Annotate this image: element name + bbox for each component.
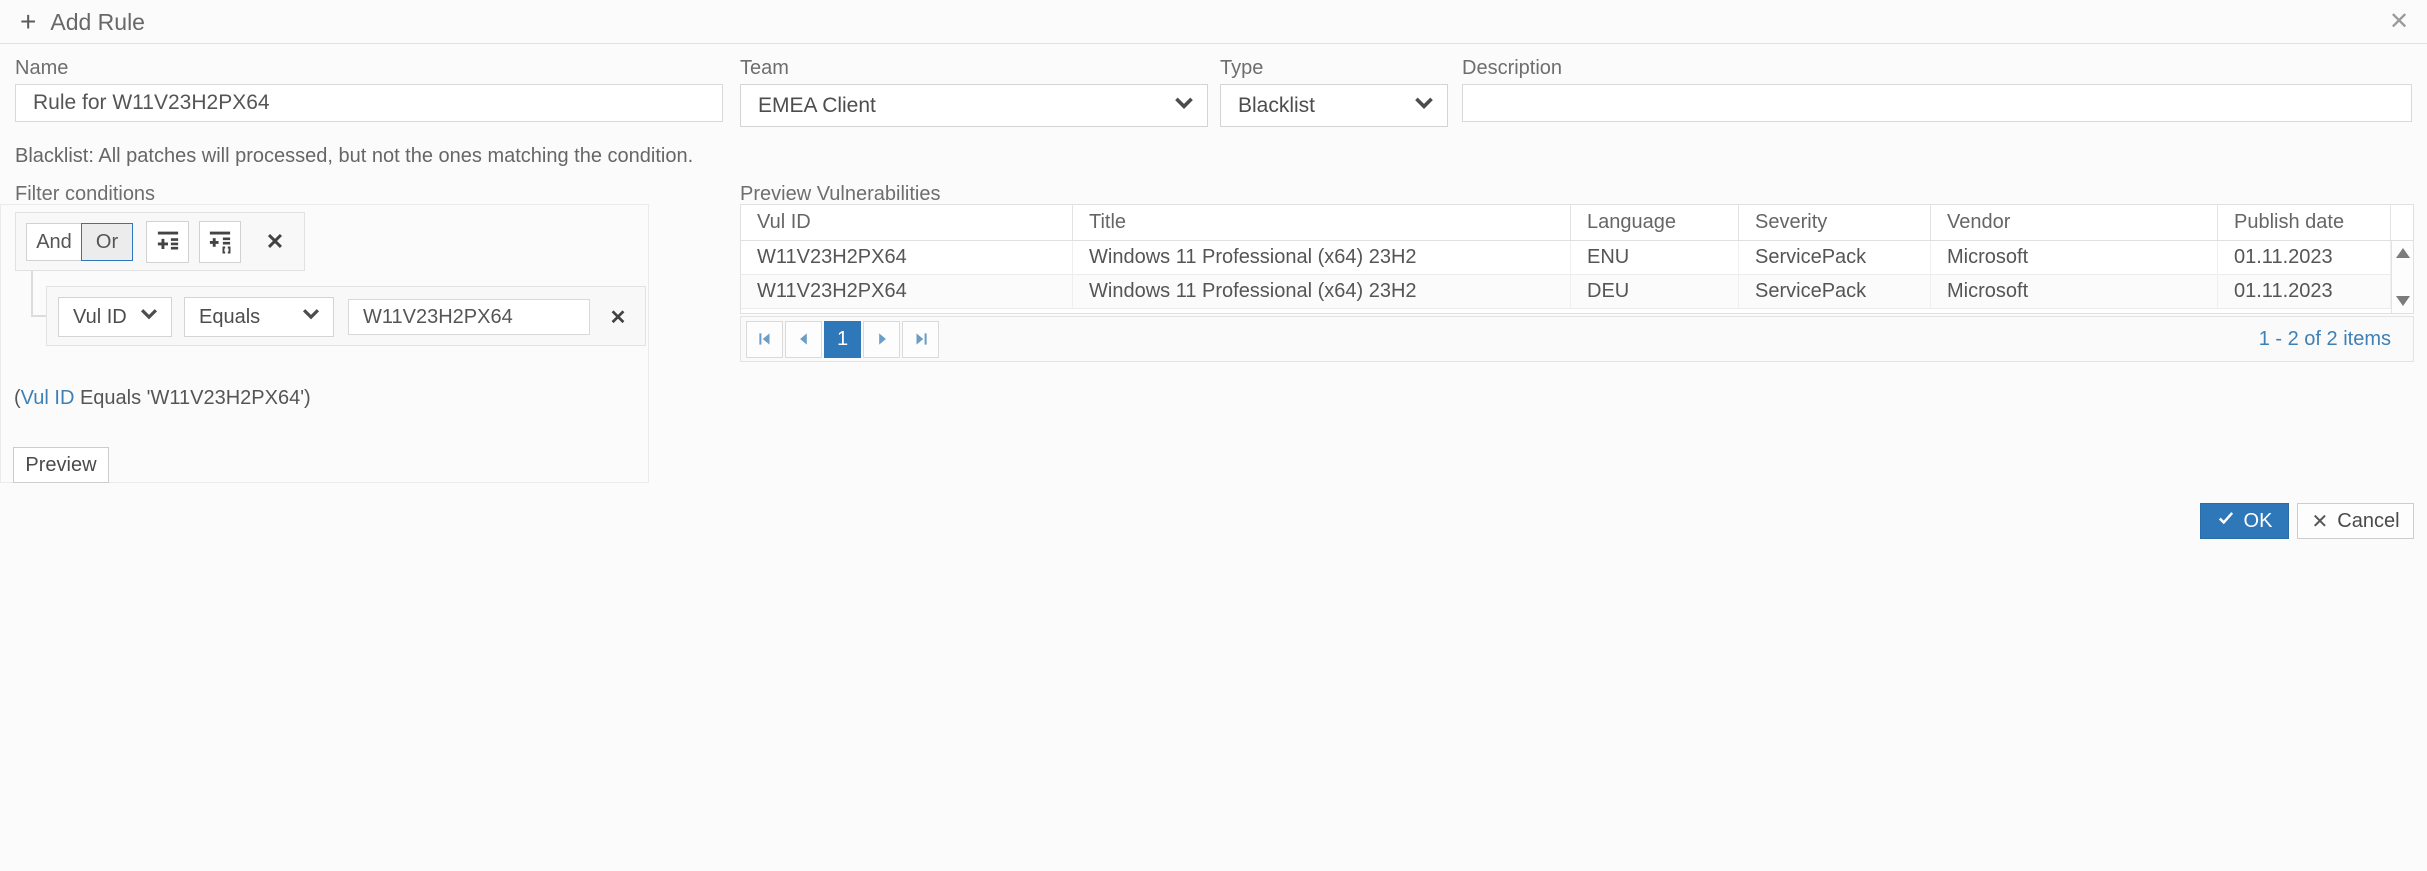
- add-expression-button[interactable]: [146, 221, 189, 263]
- filter-summary: (Vul ID Equals 'W11V23H2PX64'): [14, 387, 311, 410]
- chevron-down-icon: [301, 304, 321, 330]
- scroll-down-icon[interactable]: [2396, 296, 2410, 306]
- filter-operator-dropdown[interactable]: Equals: [184, 297, 334, 337]
- pager-next-button[interactable]: [863, 320, 900, 358]
- description-label: Description: [1462, 57, 1563, 79]
- filter-logic-toolbar: And Or ✕: [15, 212, 305, 271]
- remove-condition-icon[interactable]: ✕: [597, 297, 639, 337]
- pager-prev-button[interactable]: [785, 320, 822, 358]
- chevron-down-icon: [1413, 92, 1435, 120]
- page-title: + Add Rule: [20, 0, 145, 44]
- grid-header-row: Vul ID Title Language Severity Vendor Publish…: [741, 205, 2413, 241]
- close-icon[interactable]: ✕: [2383, 6, 2415, 38]
- scroll-up-icon[interactable]: [2396, 248, 2410, 258]
- cell-vul-id: W11V23H2PX64: [741, 275, 1073, 308]
- filter-builder-panel: And Or ✕ Vul ID Equals W11V23H2PX64 ✕ (V…: [0, 204, 649, 483]
- preview-vulnerabilities-label: Preview Vulnerabilities: [740, 183, 941, 205]
- ok-button-label: OK: [2243, 509, 2273, 532]
- pager-items-count: 1 - 2 of 2 items: [2258, 327, 2391, 350]
- cancel-button[interactable]: ✕ Cancel: [2297, 503, 2414, 539]
- add-icon: +: [20, 6, 37, 37]
- tree-connector-horizontal: [31, 315, 46, 317]
- filter-operator-value: Equals: [199, 305, 261, 328]
- type-label: Type: [1220, 57, 1264, 79]
- type-hint-text: Blacklist: All patches will processed, b…: [15, 145, 694, 167]
- team-dropdown-value: EMEA Client: [758, 93, 876, 117]
- team-label: Team: [740, 57, 789, 79]
- column-header-vul-id[interactable]: Vul ID: [741, 205, 1073, 240]
- cancel-x-icon: ✕: [2311, 510, 2329, 533]
- team-dropdown[interactable]: EMEA Client: [740, 84, 1208, 127]
- pager-first-button[interactable]: [746, 320, 783, 358]
- name-label: Name: [15, 57, 69, 79]
- tree-connector-vertical: [31, 271, 33, 316]
- cell-publish-date: 01.11.2023: [2218, 241, 2391, 274]
- table-row[interactable]: W11V23H2PX64 Windows 11 Professional (x64…: [741, 241, 2413, 275]
- cell-vendor: Microsoft: [1931, 275, 2218, 308]
- description-input[interactable]: [1462, 84, 2412, 122]
- grid-body: W11V23H2PX64 Windows 11 Professional (x64…: [741, 241, 2413, 313]
- chevron-down-icon: [1173, 92, 1195, 120]
- add-group-icon: [207, 228, 233, 257]
- dialog-title-text: Add Rule: [50, 9, 145, 35]
- table-row[interactable]: W11V23H2PX64 Windows 11 Professional (x64…: [741, 275, 2413, 309]
- filter-field-dropdown[interactable]: Vul ID: [58, 297, 172, 337]
- cell-severity: ServicePack: [1739, 241, 1931, 274]
- cell-title: Windows 11 Professional (x64) 23H2: [1073, 241, 1571, 274]
- dialog-header: + Add Rule ✕: [0, 0, 2427, 44]
- filter-condition-row: Vul ID Equals ✕: [46, 286, 646, 346]
- column-header-language[interactable]: Language: [1571, 205, 1739, 240]
- type-dropdown-value: Blacklist: [1238, 93, 1316, 117]
- column-header-title[interactable]: Title: [1073, 205, 1571, 240]
- cell-publish-date: 01.11.2023: [2218, 275, 2391, 308]
- cell-language: DEU: [1571, 275, 1739, 308]
- logic-and-button[interactable]: And: [26, 223, 82, 261]
- filter-field-value: Vul ID: [73, 305, 127, 328]
- cancel-button-label: Cancel: [2337, 509, 2400, 532]
- ok-button[interactable]: OK: [2200, 503, 2289, 539]
- filter-summary-rest: Equals 'W11V23H2PX64'): [74, 387, 311, 409]
- column-header-spacer: [2391, 205, 2413, 240]
- vulnerabilities-grid: Vul ID Title Language Severity Vendor Publish…: [740, 204, 2414, 314]
- cell-language: ENU: [1571, 241, 1739, 274]
- pager-page-1-button[interactable]: 1: [824, 320, 861, 358]
- chevron-down-icon: [139, 304, 159, 330]
- column-header-publish-date[interactable]: Publish date: [2218, 205, 2391, 240]
- logic-or-button[interactable]: Or: [81, 223, 133, 261]
- vertical-scrollbar[interactable]: [2391, 241, 2413, 313]
- preview-button[interactable]: Preview: [13, 447, 109, 483]
- cell-severity: ServicePack: [1739, 275, 1931, 308]
- check-icon: [2217, 509, 2235, 533]
- filter-summary-field-link[interactable]: Vul ID: [21, 387, 75, 409]
- filter-value-input[interactable]: [348, 299, 590, 335]
- type-dropdown[interactable]: Blacklist: [1220, 84, 1448, 127]
- column-header-vendor[interactable]: Vendor: [1931, 205, 2218, 240]
- filter-conditions-label: Filter conditions: [15, 183, 156, 205]
- pager-last-button[interactable]: [902, 320, 939, 358]
- cell-title: Windows 11 Professional (x64) 23H2: [1073, 275, 1571, 308]
- add-group-button[interactable]: [199, 221, 241, 263]
- column-header-severity[interactable]: Severity: [1739, 205, 1931, 240]
- filter-summary-paren: (: [14, 387, 21, 409]
- remove-group-icon[interactable]: ✕: [254, 222, 296, 262]
- add-expression-icon: [155, 228, 181, 257]
- cell-vul-id: W11V23H2PX64: [741, 241, 1073, 274]
- cell-vendor: Microsoft: [1931, 241, 2218, 274]
- name-input[interactable]: [15, 84, 723, 122]
- grid-pager: 1 1 - 2 of 2 items: [740, 316, 2414, 362]
